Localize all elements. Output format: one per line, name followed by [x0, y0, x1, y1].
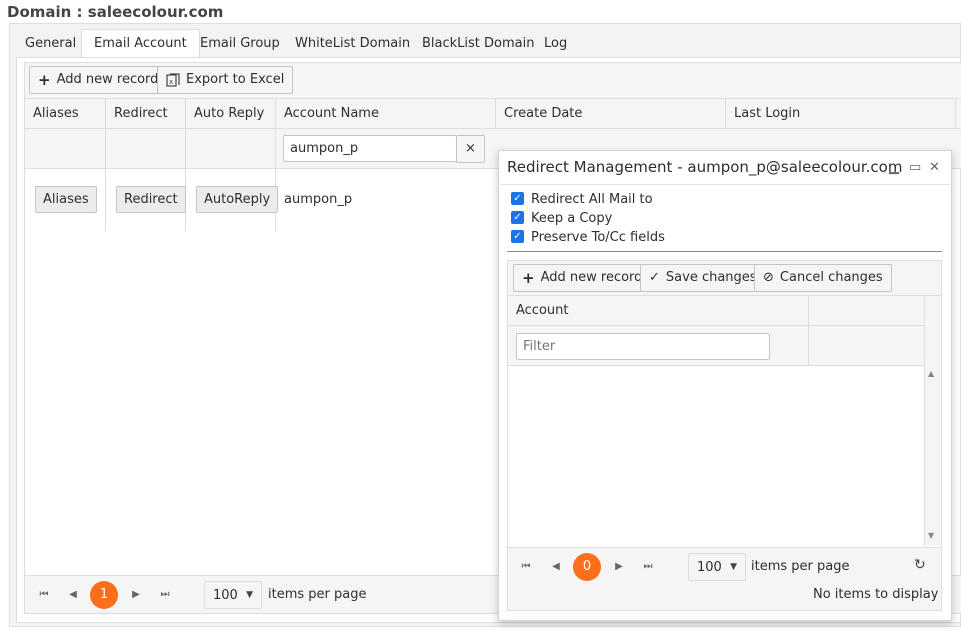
current-page-indicator[interactable]: 0	[573, 553, 601, 581]
maximize-icon[interactable]: ▭	[909, 160, 921, 175]
add-new-record-label: Add new record	[56, 72, 159, 87]
column-header-last-login[interactable]: Last Login	[726, 99, 956, 129]
checkmark-icon: ✓	[649, 270, 660, 285]
export-to-excel-label: Export to Excel	[186, 72, 285, 87]
account-name-cell: aumpon_p	[284, 192, 353, 207]
cancel-icon: ⊘	[763, 270, 774, 285]
preserve-to-cc-checkbox[interactable]: ✓	[511, 230, 524, 243]
no-items-message: No items to display	[813, 587, 939, 602]
keep-a-copy-label: Keep a Copy	[531, 211, 613, 226]
filter-cell	[106, 129, 186, 169]
scroll-up-icon[interactable]: ▲	[928, 369, 934, 378]
tab-email-account[interactable]: Email Account	[81, 29, 200, 59]
close-icon[interactable]: ✕	[929, 160, 940, 175]
chevron-down-icon: ▼	[730, 562, 737, 572]
redirect-all-mail-checkbox[interactable]: ✓	[511, 192, 524, 205]
page-size-value: 100	[213, 587, 238, 603]
svg-text:x: x	[169, 78, 173, 86]
add-new-record-button[interactable]: + Add new record	[29, 66, 168, 94]
autoreply-button[interactable]: AutoReply	[196, 186, 279, 213]
filter-cell	[25, 129, 106, 169]
page-size-select[interactable]: 100 ▼	[204, 581, 262, 609]
next-page-icon[interactable]: ▶	[607, 555, 631, 579]
column-header-create-date[interactable]: Create Date	[496, 99, 726, 129]
window-title: Redirect Management - aumpon_p@saleecolo…	[507, 158, 903, 176]
keep-a-copy-checkbox[interactable]: ✓	[511, 211, 524, 224]
cancel-changes-button[interactable]: ⊘ Cancel changes	[754, 264, 892, 292]
tab-email-group[interactable]: Email Group	[187, 29, 293, 58]
account-name-filter-input[interactable]	[283, 135, 457, 162]
scroll-down-icon[interactable]: ▼	[928, 531, 934, 540]
modal-add-new-record-button[interactable]: + Add new record	[513, 264, 652, 292]
items-per-page-label: items per page	[751, 559, 850, 574]
redirect-all-mail-label: Redirect All Mail to	[531, 192, 653, 207]
page-title: Domain : saleecolour.com	[7, 3, 224, 21]
tab-blacklist-domain[interactable]: BlackList Domain	[409, 29, 547, 58]
column-header-account[interactable]: Account	[508, 296, 809, 326]
save-changes-label: Save changes	[665, 270, 757, 285]
tab-whitelist-domain[interactable]: WhiteList Domain	[282, 29, 423, 58]
excel-icon: x	[166, 72, 180, 87]
clear-filter-button[interactable]: ×	[456, 135, 485, 163]
redirect-button[interactable]: Redirect	[116, 186, 186, 213]
column-divider	[808, 326, 809, 366]
page-size-value: 100	[697, 559, 722, 575]
last-page-icon[interactable]: ⏭	[636, 555, 660, 579]
previous-page-icon[interactable]: ◀	[61, 583, 85, 607]
column-divider	[105, 169, 106, 231]
save-changes-button[interactable]: ✓ Save changes	[640, 264, 766, 292]
modal-add-new-record-label: Add new record	[540, 270, 643, 285]
aliases-button[interactable]: Aliases	[35, 186, 97, 213]
column-header-auto-reply[interactable]: Auto Reply	[186, 99, 276, 129]
vertical-scrollbar[interactable]	[924, 296, 941, 546]
minimize-icon[interactable]: ▁	[889, 160, 899, 175]
column-header-aliases-list[interactable]: Aliases List	[25, 99, 106, 151]
filter-cell	[186, 129, 276, 169]
plus-icon: +	[38, 70, 51, 89]
column-header-account-name[interactable]: Account Name	[276, 99, 496, 129]
account-filter-input[interactable]	[516, 333, 770, 360]
first-page-icon[interactable]: ⏮	[32, 583, 56, 607]
next-page-icon[interactable]: ▶	[124, 583, 148, 607]
close-icon: ×	[465, 141, 476, 156]
divider	[507, 251, 942, 252]
column-header-redirect[interactable]: Redirect	[106, 99, 186, 129]
first-page-icon[interactable]: ⏮	[514, 555, 538, 579]
items-per-page-label: items per page	[268, 587, 367, 602]
refresh-icon[interactable]: ↻	[914, 557, 926, 573]
current-page-indicator[interactable]: 1	[90, 581, 118, 609]
chevron-down-icon: ▼	[246, 590, 253, 600]
page-size-select[interactable]: 100 ▼	[688, 553, 746, 581]
last-page-icon[interactable]: ⏭	[153, 583, 177, 607]
export-to-excel-button[interactable]: x Export to Excel	[157, 66, 294, 94]
tab-log[interactable]: Log	[531, 29, 580, 58]
plus-icon: +	[522, 268, 535, 287]
previous-page-icon[interactable]: ◀	[544, 555, 568, 579]
tab-general[interactable]: General	[12, 29, 89, 58]
cancel-changes-label: Cancel changes	[779, 270, 883, 285]
preserve-to-cc-label: Preserve To/Cc fields	[531, 230, 665, 245]
